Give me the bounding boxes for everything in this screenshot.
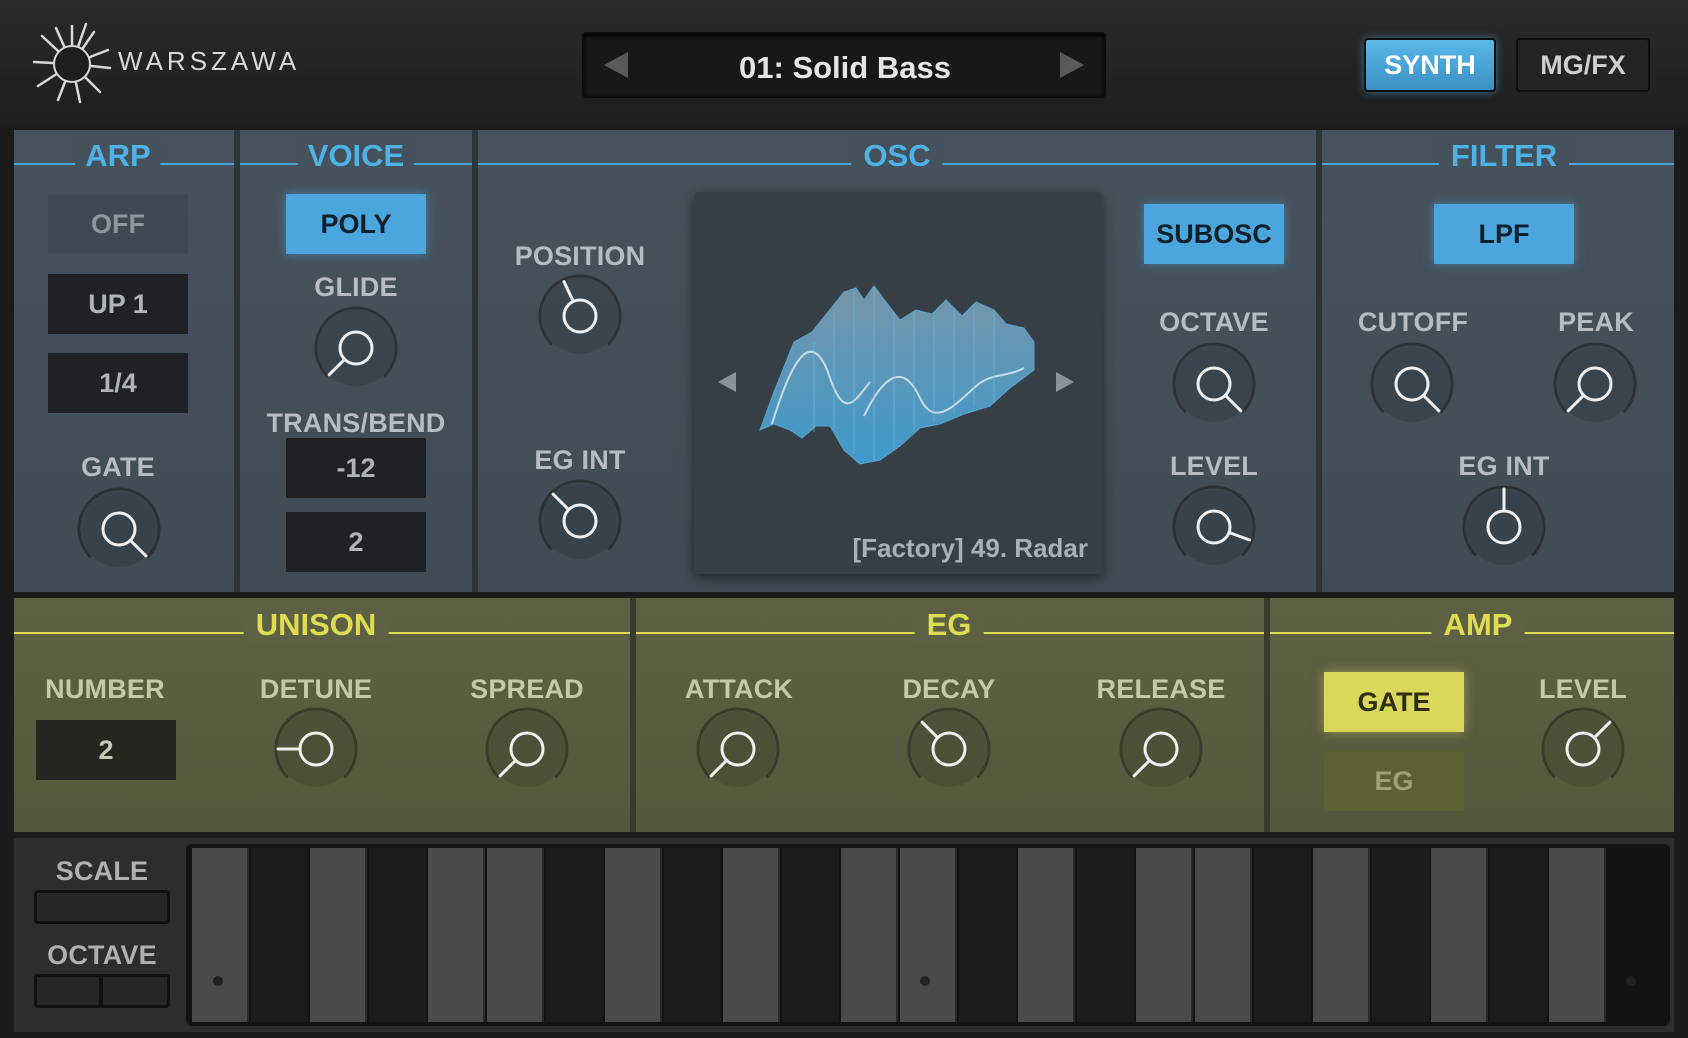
white-key[interactable]	[1549, 848, 1606, 1022]
arp-rate-button[interactable]: 1/4	[48, 353, 188, 413]
white-key[interactable]	[487, 848, 544, 1022]
attack-label: ATTACK	[684, 674, 794, 704]
voice-title: VOICE	[297, 138, 415, 174]
arp-gate-label: GATE	[81, 452, 155, 482]
detune-knob[interactable]	[271, 704, 361, 794]
filter-egint-knob[interactable]	[1459, 482, 1549, 572]
subosc-button[interactable]: SUBOSC	[1144, 204, 1284, 264]
cutoff-knob[interactable]	[1367, 339, 1457, 429]
peak-knob[interactable]	[1550, 339, 1640, 429]
white-key[interactable]	[841, 848, 898, 1022]
trans-value-field[interactable]: -12	[286, 438, 426, 498]
black-key[interactable]	[1077, 848, 1134, 1022]
divider	[1316, 130, 1322, 592]
amp-eg-button[interactable]: EG	[1324, 751, 1464, 811]
spread-label: SPREAD	[470, 674, 584, 704]
unison-number-field[interactable]: 2	[36, 720, 176, 780]
subosc-level-knob[interactable]	[1169, 482, 1259, 572]
black-key[interactable]	[959, 848, 1016, 1022]
scale-label: SCALE	[55, 856, 149, 886]
amp-level-label: LEVEL	[1538, 674, 1628, 704]
black-key[interactable]	[1490, 848, 1547, 1022]
divider	[472, 130, 478, 592]
glide-label: GLIDE	[314, 272, 398, 302]
osc-egint-knob[interactable]	[535, 476, 625, 566]
octave-label: OCTAVE	[47, 940, 157, 970]
scale-button[interactable]	[34, 890, 170, 924]
black-key[interactable]	[369, 848, 426, 1022]
white-key[interactable]	[192, 848, 249, 1022]
white-key[interactable]	[310, 848, 367, 1022]
white-key[interactable]	[723, 848, 780, 1022]
osc-title: OSC	[851, 138, 943, 174]
white-key[interactable]	[1431, 848, 1488, 1022]
triangle-right-icon	[1060, 52, 1084, 78]
c-key-marker	[1626, 976, 1636, 986]
next-preset-button[interactable]	[1056, 48, 1088, 82]
transbend-label: TRANS/BEND	[266, 408, 446, 438]
arp-mode-button[interactable]: OFF	[48, 194, 188, 254]
c-key-marker	[920, 976, 930, 986]
wavetable-next-button[interactable]	[1052, 368, 1078, 396]
white-key[interactable]	[1136, 848, 1193, 1022]
wavetable-display	[694, 192, 1102, 574]
triangle-left-icon	[718, 372, 736, 392]
black-key[interactable]	[664, 848, 721, 1022]
tab-mgfx[interactable]: MG/FX	[1516, 38, 1650, 92]
glide-knob[interactable]	[311, 303, 401, 393]
cutoff-label: CUTOFF	[1357, 307, 1469, 337]
black-key[interactable]	[1254, 848, 1311, 1022]
decay-label: DECAY	[902, 674, 996, 704]
release-knob[interactable]	[1116, 704, 1206, 794]
voice-mode-button[interactable]: POLY	[286, 194, 426, 254]
octave-down-button[interactable]	[34, 974, 102, 1008]
detune-label: DETUNE	[259, 674, 373, 704]
decay-knob[interactable]	[904, 704, 994, 794]
subosc-octave-knob[interactable]	[1169, 339, 1259, 429]
octave-up-button[interactable]	[102, 974, 170, 1008]
filter-type-button[interactable]: LPF	[1434, 204, 1574, 264]
position-label: POSITION	[514, 241, 646, 271]
c-key-marker	[213, 976, 223, 986]
unison-title: UNISON	[243, 607, 389, 643]
brand-name: WARSZAWA	[118, 46, 301, 76]
white-key[interactable]	[428, 848, 485, 1022]
osc-egint-label: EG INT	[534, 445, 626, 475]
subosc-level-label: LEVEL	[1169, 451, 1259, 481]
wavetable-name: [Factory] 49. Radar	[852, 533, 1088, 563]
position-knob[interactable]	[535, 271, 625, 361]
starburst-logo-icon	[30, 22, 114, 106]
preset-name: 01: Solid Bass	[739, 50, 951, 85]
white-key[interactable]	[1018, 848, 1075, 1022]
white-key[interactable]	[900, 848, 957, 1022]
arp-pattern-button[interactable]: UP 1	[48, 274, 188, 334]
amp-gate-button[interactable]: GATE	[1324, 672, 1464, 732]
black-key[interactable]	[782, 848, 839, 1022]
black-key[interactable]	[1372, 848, 1429, 1022]
bend-value-field[interactable]: 2	[286, 512, 426, 572]
filter-title: FILTER	[1438, 138, 1570, 174]
divider	[234, 130, 240, 592]
peak-label: PEAK	[1558, 307, 1634, 337]
subosc-octave-label: OCTAVE	[1159, 307, 1269, 337]
filter-egint-label: EG INT	[1458, 451, 1550, 481]
white-key[interactable]	[1313, 848, 1370, 1022]
amp-title: AMP	[1431, 607, 1525, 643]
arp-gate-knob[interactable]	[74, 484, 164, 574]
wavetable-3d-plot	[759, 285, 1035, 465]
white-key[interactable]	[1195, 848, 1252, 1022]
arp-title: ARP	[75, 138, 161, 174]
white-key[interactable]	[605, 848, 662, 1022]
black-key[interactable]	[251, 848, 308, 1022]
eg-title: EG	[914, 607, 984, 643]
attack-knob[interactable]	[693, 704, 783, 794]
triangle-right-icon	[1056, 372, 1074, 392]
spread-knob[interactable]	[482, 704, 572, 794]
tab-synth[interactable]: SYNTH	[1364, 38, 1496, 92]
unison-number-label: NUMBER	[45, 674, 165, 704]
amp-level-knob[interactable]	[1538, 704, 1628, 794]
black-key[interactable]	[546, 848, 603, 1022]
release-label: RELEASE	[1096, 674, 1226, 704]
wavetable-prev-button[interactable]	[714, 368, 740, 396]
